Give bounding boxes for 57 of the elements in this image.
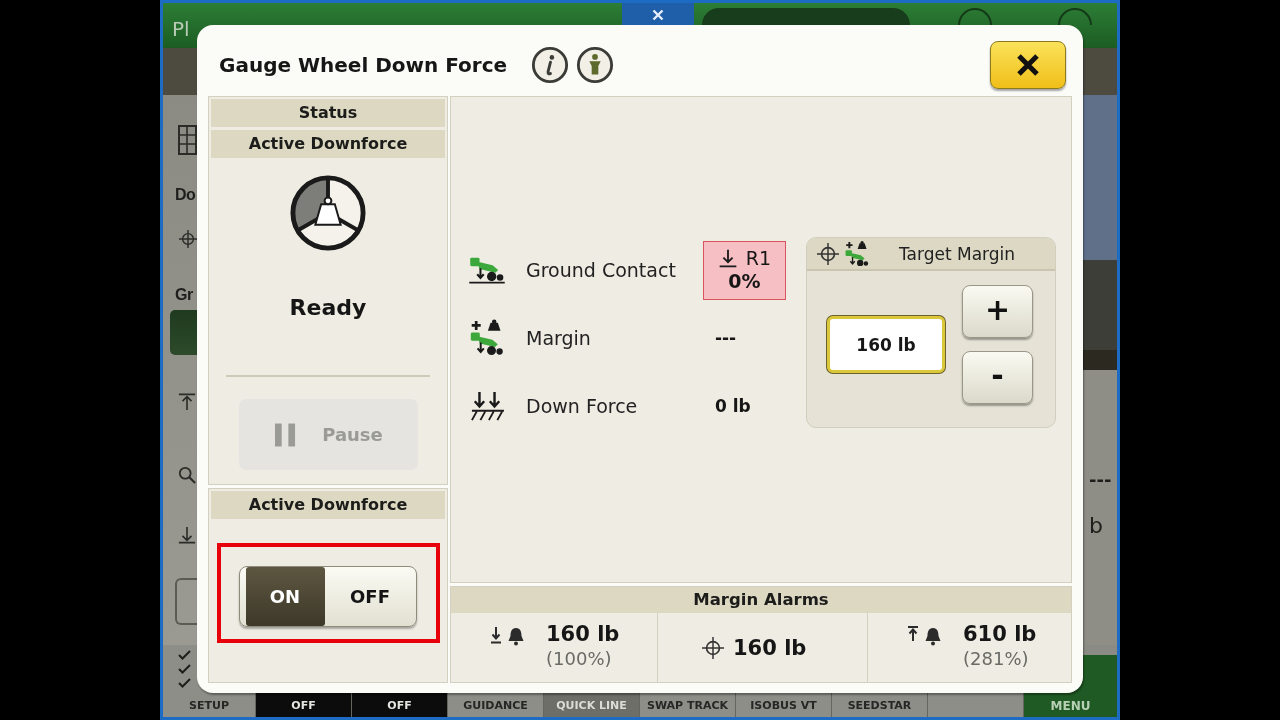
down-arrow-bell-icon <box>490 625 526 647</box>
close-tab-button[interactable] <box>622 3 694 25</box>
reading-label: Margin <box>526 327 592 349</box>
close-button[interactable] <box>990 40 1066 89</box>
minus-button[interactable]: - <box>962 351 1033 404</box>
planter-icon <box>468 256 506 284</box>
crosshair-icon <box>179 230 197 248</box>
toggle-option[interactable]: ON <box>245 567 325 626</box>
crosshair-icon <box>817 242 839 265</box>
status-text: Ready <box>289 294 367 322</box>
on-off-toggle[interactable]: ON OFF <box>238 566 417 627</box>
checklist-icon <box>178 650 192 690</box>
reading-value: --- <box>714 328 737 348</box>
close-icon <box>1016 52 1040 77</box>
arrow-to-line-icon <box>717 248 738 268</box>
toggle-option[interactable]: OFF <box>324 567 416 626</box>
search-icon[interactable] <box>178 465 196 485</box>
screen-title: Pl <box>172 17 190 41</box>
reading-label: Ground Contact <box>526 259 677 281</box>
reading-label: Down Force <box>526 395 639 417</box>
reading-value: 0% <box>728 269 761 293</box>
down-arrow-icon[interactable] <box>178 525 196 545</box>
weight-gauge-icon <box>289 174 367 252</box>
target-value-field[interactable]: 160 lb <box>827 316 945 373</box>
plus-button[interactable]: + <box>962 285 1033 338</box>
status-tile[interactable] <box>170 310 197 355</box>
grid-icon[interactable] <box>178 125 197 155</box>
panel-label: --- <box>1089 469 1112 491</box>
alarm-percent: (100%) <box>546 647 613 671</box>
panel-label: Gr <box>175 285 193 305</box>
planter-weight-icon <box>844 239 870 268</box>
reading-value: 0 lb <box>714 396 751 416</box>
dialog-title: Gauge Wheel Down Force <box>219 52 508 77</box>
panel-title: Target Margin <box>899 243 1016 264</box>
pause-icon <box>275 422 297 447</box>
section-header: Status <box>211 99 445 127</box>
alarm-value: 610 lb <box>963 621 1037 647</box>
crosshair-icon <box>702 636 724 659</box>
row-label: R1 <box>745 247 772 269</box>
close-icon <box>652 9 664 21</box>
section-header: Margin Alarms <box>451 587 1071 613</box>
softkey-button[interactable]: MENU <box>1023 693 1117 717</box>
alarm-percent: (281%) <box>963 647 1030 671</box>
info-icon[interactable] <box>531 45 570 84</box>
alarm-value: 160 lb <box>733 634 807 661</box>
softkey-button[interactable]: OFF <box>351 693 447 717</box>
down-force-icon <box>468 390 506 422</box>
planter-weight-icon <box>469 318 505 358</box>
panel-label: Do <box>175 185 196 205</box>
alarm-value: 160 lb <box>546 621 620 647</box>
section-header: Active Downforce <box>211 491 445 519</box>
up-arrow-icon[interactable] <box>178 392 196 412</box>
panel-label: b <box>1089 513 1103 539</box>
up-arrow-bell-icon <box>907 625 943 647</box>
person-info-icon[interactable] <box>576 45 615 84</box>
section-header: Active Downforce <box>211 130 445 158</box>
softkey-button[interactable]: OFF <box>255 693 351 717</box>
